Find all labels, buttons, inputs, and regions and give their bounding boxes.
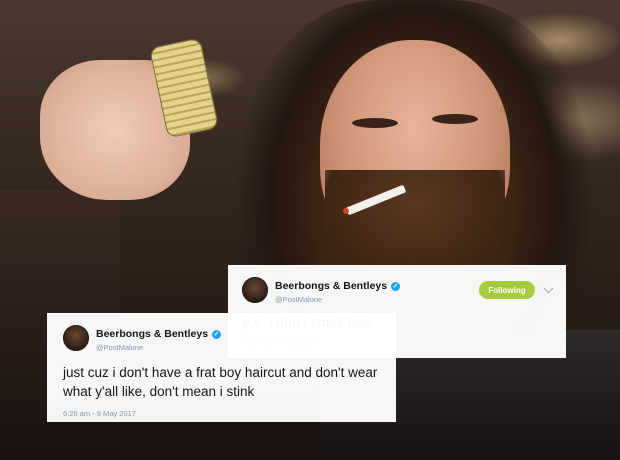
tweet-card: Beerbongs & Bentleys ✓ @PostMalone just … xyxy=(47,313,396,422)
display-name-text: Beerbongs & Bentleys xyxy=(275,280,388,292)
avatar[interactable] xyxy=(63,325,89,352)
display-name[interactable]: Beerbongs & Bentleys ✓ xyxy=(275,280,401,292)
author-names: Beerbongs & Bentleys ✓ @PostMalone xyxy=(96,325,222,352)
beard xyxy=(325,170,505,280)
display-name[interactable]: Beerbongs & Bentleys ✓ xyxy=(96,328,222,340)
tweet-text: just cuz i don't have a frat boy haircut… xyxy=(63,364,378,399)
tweet-header: Beerbongs & Bentleys ✓ @PostMalone Follo… xyxy=(242,277,554,304)
display-name-text: Beerbongs & Bentleys xyxy=(96,328,209,340)
right-eye xyxy=(432,114,478,124)
following-button[interactable]: Following xyxy=(479,281,535,300)
author-names: Beerbongs & Bentleys ✓ @PostMalone xyxy=(275,277,401,304)
left-eye xyxy=(352,118,398,128)
verified-badge-icon: ✓ xyxy=(212,329,222,339)
avatar[interactable] xyxy=(242,277,268,304)
tweet-header: Beerbongs & Bentleys ✓ @PostMalone xyxy=(63,325,380,352)
tweet-timestamp[interactable]: 6:26 am - 9 May 2017 xyxy=(63,409,380,418)
chevron-down-icon[interactable] xyxy=(543,283,554,294)
handle[interactable]: @PostMalone xyxy=(96,344,221,352)
verified-badge-icon: ✓ xyxy=(391,281,401,291)
handle[interactable]: @PostMalone xyxy=(275,296,400,304)
